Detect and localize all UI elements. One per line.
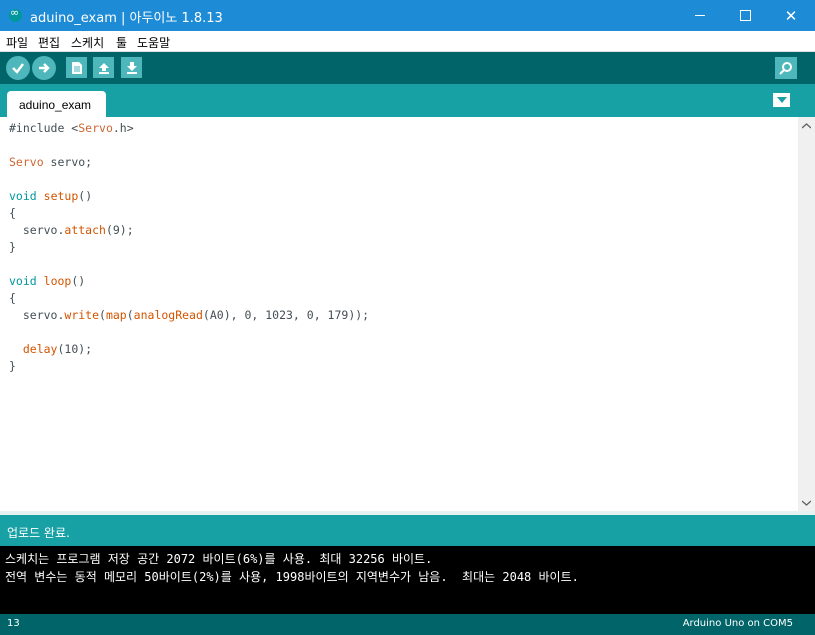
code-token: Servo [9, 155, 44, 169]
code-token: ( [126, 308, 134, 322]
code-token: () [78, 189, 93, 203]
scroll-down-icon[interactable] [798, 494, 815, 511]
menu-edit[interactable]: 편집 [38, 34, 60, 51]
code-token: } [9, 240, 16, 254]
arduino-logo-icon [9, 6, 22, 22]
code-token: () [71, 274, 86, 288]
code-line: delay(10); [9, 342, 92, 359]
minimize-button[interactable] [677, 0, 723, 31]
code-token: delay [22, 342, 58, 356]
window-titlebar[interactable]: aduino_exam | 아두이노 1.8.13 ✕ [0, 0, 815, 31]
tab-menu-button[interactable] [773, 93, 790, 107]
console-output[interactable]: 스케치는 프로그램 저장 공간 2072 바이트(6%)를 사용. 최대 322… [0, 546, 815, 614]
code-token: analogRead [133, 308, 203, 322]
menu-bar: 파일 편집 스케치 툴 도움말 [0, 31, 815, 52]
code-token: (9); [105, 223, 134, 237]
download-arrow-icon [126, 61, 137, 74]
code-token: #include < [9, 121, 79, 135]
new-file-icon [71, 61, 82, 74]
tab-bar: aduino_exam [0, 84, 815, 117]
tab-aduino-exam[interactable]: aduino_exam [7, 91, 106, 117]
code-line: Servo servo; [9, 155, 92, 172]
code-token: ( [99, 308, 106, 322]
line-number: 13 [7, 618, 20, 629]
code-token: (A0), 0, 1023, 0, 179)); [202, 308, 370, 322]
scroll-up-icon[interactable] [798, 117, 815, 134]
editor-scrollbar[interactable] [798, 117, 815, 511]
code-token: (10); [57, 342, 93, 356]
code-token: loop [43, 274, 72, 288]
code-line: { [9, 206, 16, 223]
code-token: { [9, 291, 16, 305]
code-line: } [9, 359, 16, 376]
console-line: 스케치는 프로그램 저장 공간 2072 바이트(6%)를 사용. 최대 322… [5, 552, 433, 566]
code-token: servo. [9, 223, 65, 237]
magnifier-icon [779, 62, 792, 75]
code-line: #include <Servo.h> [9, 121, 134, 138]
code-line: servo.write(map(analogRead(A0), 0, 1023,… [9, 308, 369, 325]
close-button[interactable]: ✕ [768, 0, 814, 31]
menu-sketch[interactable]: 스케치 [71, 34, 104, 51]
close-icon: ✕ [784, 6, 798, 25]
code-token: } [9, 359, 16, 373]
code-token: attach [64, 223, 106, 237]
toolbar [0, 52, 815, 84]
code-line: void loop() [9, 274, 85, 291]
tab-label: aduino_exam [19, 98, 92, 112]
maximize-button[interactable] [722, 0, 768, 31]
window-title: aduino_exam | 아두이노 1.8.13 [30, 11, 223, 26]
code-token: servo. [9, 308, 65, 322]
upload-arrow-icon [98, 62, 109, 74]
code-token: setup [43, 189, 79, 203]
console-line: 전역 변수는 동적 메모리 50바이트(2%)를 사용, 1998바이트의 지역… [5, 570, 579, 584]
code-token: map [105, 308, 127, 322]
status-bar: 업로드 완료. [0, 511, 815, 546]
maximize-icon [739, 10, 751, 21]
code-editor[interactable]: #include <Servo.h> Servo servo; void setup… [0, 117, 798, 511]
code-token: void [9, 189, 37, 203]
code-line: void setup() [9, 189, 92, 206]
code-token: servo; [43, 155, 93, 169]
status-message: 업로드 완료. [7, 526, 70, 540]
menu-tools[interactable]: 툴 [116, 34, 127, 51]
code-token: void [9, 274, 37, 288]
new-sketch-button[interactable] [66, 57, 87, 78]
code-line: } [9, 240, 16, 257]
open-button[interactable] [93, 57, 114, 78]
verify-button[interactable] [6, 56, 30, 80]
chevron-down-icon [776, 96, 787, 103]
menu-file[interactable]: 파일 [6, 34, 28, 51]
code-token: { [9, 206, 16, 220]
code-line: servo.attach(9); [9, 223, 134, 240]
serial-monitor-button[interactable] [775, 57, 797, 79]
save-button[interactable] [121, 57, 142, 78]
code-line: { [9, 291, 16, 308]
code-token: write [64, 308, 100, 322]
upload-button[interactable] [32, 56, 56, 80]
code-token: Servo [78, 121, 113, 135]
code-token: .h> [112, 121, 134, 135]
check-icon [12, 63, 24, 74]
minimize-icon [695, 15, 705, 16]
footer-bar: 13 Arduino Uno on COM5 [0, 614, 815, 635]
board-port-label: Arduino Uno on COM5 [682, 618, 793, 629]
menu-help[interactable]: 도움말 [137, 34, 170, 51]
arrow-right-icon [39, 63, 50, 73]
